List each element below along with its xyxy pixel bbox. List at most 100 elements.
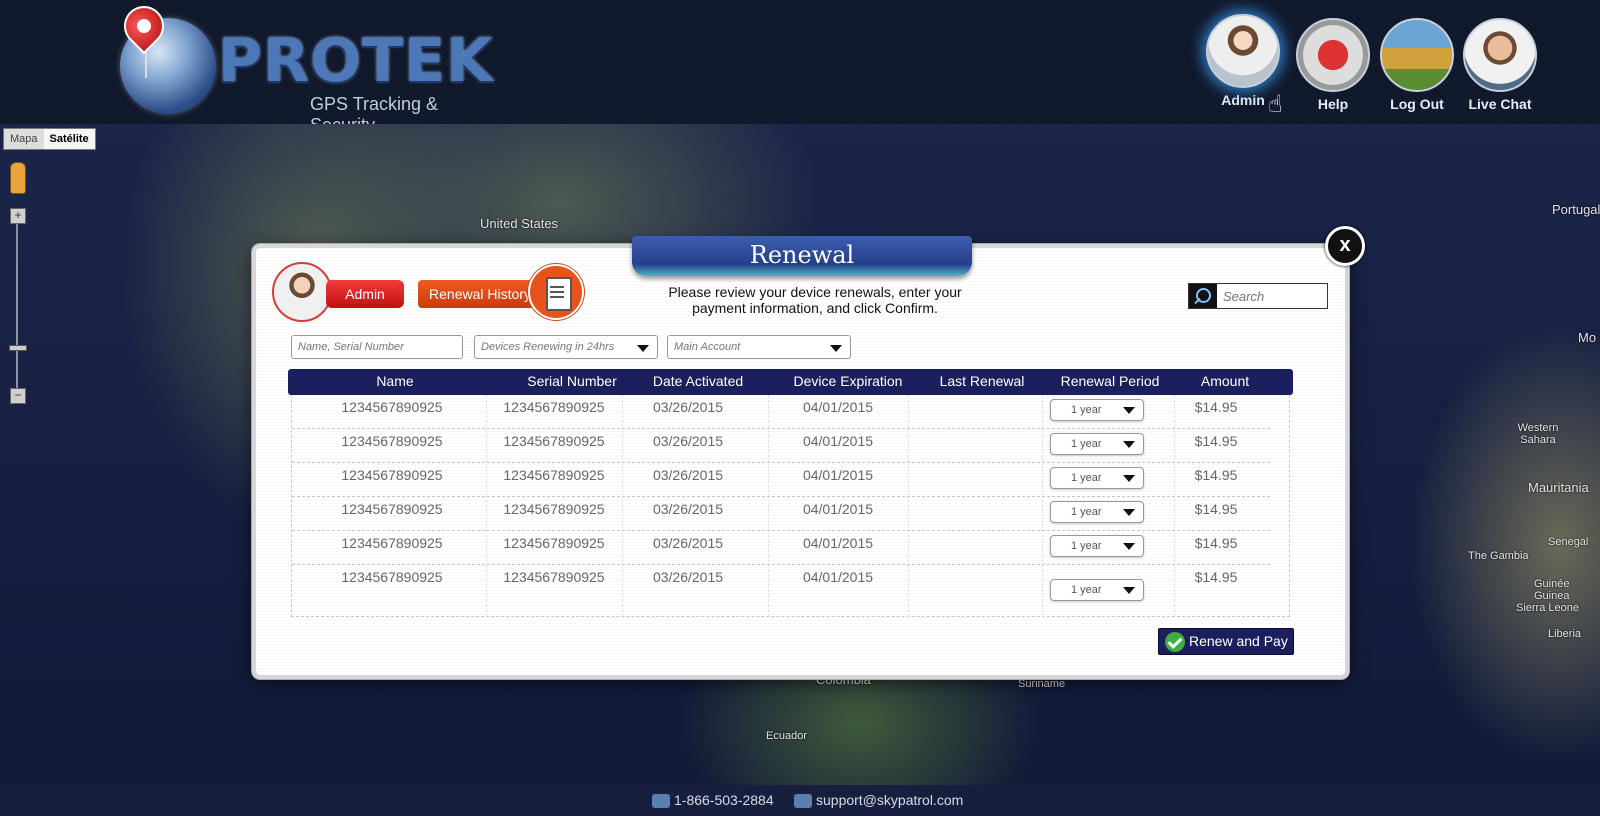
nav-live-chat-label: Live Chat [1468,96,1532,112]
table-row[interactable]: 1234567890925 1234567890925 03/26/2015 0… [292,395,1270,429]
renewal-history-button[interactable]: Renewal History [418,264,584,320]
admin-avatar-icon [272,262,332,322]
map-type-toggle: Mapa Satélite [3,128,96,150]
column-header-date-activated[interactable]: Date Activated [628,373,768,389]
hand-cursor-icon: ☝ [1268,91,1283,118]
renewal-period-select[interactable]: 1 year [1050,433,1144,455]
nav-help[interactable]: Help [1295,18,1371,112]
cell-serial: 1234567890925 [503,501,605,517]
cell-amount: $14.95 [1194,433,1238,449]
account-filter-select[interactable]: Main Account [667,335,851,359]
cell-device-expiration: 04/01/2015 [802,501,874,517]
app-header: PROTEK GPS Tracking & Security Admin Hel… [0,0,1600,135]
search-box[interactable] [1188,283,1328,309]
renewal-period-select[interactable]: 1 year [1050,501,1144,523]
name-serial-input[interactable] [298,341,456,353]
cell-name: 1234567890925 [341,501,443,517]
table-row[interactable]: 1234567890925 1234567890925 03/26/2015 0… [292,497,1270,531]
nav-help-label: Help [1317,96,1349,112]
logout-house-icon [1380,18,1454,92]
name-serial-filter[interactable] [291,335,463,359]
cell-date-activated: 03/26/2015 [652,399,724,415]
admin-badge[interactable]: Admin [272,262,404,322]
table-row[interactable]: 1234567890925 1234567890925 03/26/2015 0… [292,531,1270,565]
cell-serial: 1234567890925 [503,399,605,415]
renewing-filter-select[interactable]: Devices Renewing in 24hrs [474,335,658,359]
renew-and-pay-label: Renew and Pay [1189,633,1288,649]
renewal-period-select[interactable]: 1 year [1050,535,1144,557]
cell-amount: $14.95 [1194,569,1238,585]
renewal-period-select[interactable]: 1 year [1050,399,1144,421]
table-header: Name Serial Number Date Activated Device… [288,369,1293,395]
cell-serial: 1234567890925 [503,467,605,483]
column-header-amount[interactable]: Amount [1170,373,1280,389]
map-type-satellite[interactable]: Satélite [43,129,95,149]
cell-amount: $14.95 [1194,535,1238,551]
renewal-instructions: Please review your device renewals, ente… [668,284,962,316]
table-row[interactable]: 1234567890925 1234567890925 03/26/2015 0… [292,463,1270,497]
modal-title: Renewal [632,236,972,276]
search-icon[interactable] [1189,284,1217,308]
map-label: Mauritania [1528,480,1589,495]
map-label: Senegal [1548,536,1589,548]
nav-logout-label: Log Out [1390,96,1444,112]
cell-device-expiration: 04/01/2015 [802,569,874,585]
cell-date-activated: 03/26/2015 [652,569,724,585]
cell-device-expiration: 04/01/2015 [802,433,874,449]
map-type-map[interactable]: Mapa [4,129,44,149]
map-label: Liberia [1548,628,1582,640]
phone-number: 1-866-503-2884 [674,792,774,808]
table-row[interactable]: 1234567890925 1234567890925 03/26/2015 0… [292,565,1270,617]
footer-email[interactable]: support@skypatrol.com [794,792,964,809]
map-label: Guinée Guinea [1534,578,1570,602]
cell-name: 1234567890925 [341,569,443,585]
cell-device-expiration: 04/01/2015 [802,399,874,415]
app-footer: 1-866-503-2884 support@skypatrol.com [0,785,1600,816]
cell-date-activated: 03/26/2015 [652,535,724,551]
brand-name: PROTEK [218,26,494,96]
zoom-slider-track[interactable] [16,222,18,396]
cell-date-activated: 03/26/2015 [652,467,724,483]
zoom-in-button[interactable]: + [10,208,26,224]
map-label: The Gambia [1468,550,1529,562]
nav-logout[interactable]: Log Out [1379,18,1455,112]
renewal-period-select[interactable]: 1 year [1050,579,1144,601]
column-header-name[interactable]: Name [330,373,460,389]
column-header-device-expiration[interactable]: Device Expiration [766,373,930,389]
search-input[interactable] [1217,284,1327,308]
mail-icon [794,794,812,809]
cell-date-activated: 03/26/2015 [652,501,724,517]
cell-serial: 1234567890925 [503,433,605,449]
column-header-renewal-period[interactable]: Renewal Period [1032,373,1188,389]
phone-icon [652,794,670,809]
zoom-slider-handle[interactable] [9,345,27,351]
cell-name: 1234567890925 [341,535,443,551]
renewal-history-label: Renewal History [418,280,542,308]
cell-date-activated: 03/26/2015 [652,433,724,449]
zoom-out-button[interactable]: − [10,388,26,404]
cell-serial: 1234567890925 [503,569,605,585]
cell-device-expiration: 04/01/2015 [802,535,874,551]
clipboard-icon [528,264,584,320]
protek-logo[interactable]: PROTEK GPS Tracking & Security [115,0,498,135]
close-button[interactable]: x [1325,226,1365,266]
cell-name: 1234567890925 [341,399,443,415]
admin-avatar-icon [1206,14,1280,88]
map-label: United States [480,216,559,231]
admin-badge-label: Admin [326,280,404,308]
support-email: support@skypatrol.com [816,792,964,808]
help-icon [1296,18,1370,92]
renewal-period-select[interactable]: 1 year [1050,467,1144,489]
live-chat-agent-icon [1463,18,1537,92]
street-view-pegman-icon[interactable] [10,162,26,194]
table-row[interactable]: 1234567890925 1234567890925 03/26/2015 0… [292,429,1270,463]
renew-and-pay-button[interactable]: Renew and Pay [1158,628,1294,655]
map-label: Mo [1578,330,1597,345]
map-label: Western Sahara [1517,422,1559,446]
chevron-down-icon [830,345,842,352]
cell-serial: 1234567890925 [503,535,605,551]
footer-phone[interactable]: 1-866-503-2884 [652,792,774,809]
chevron-down-icon [637,345,649,352]
nav-live-chat[interactable]: Live Chat [1462,18,1538,112]
cell-device-expiration: 04/01/2015 [802,467,874,483]
